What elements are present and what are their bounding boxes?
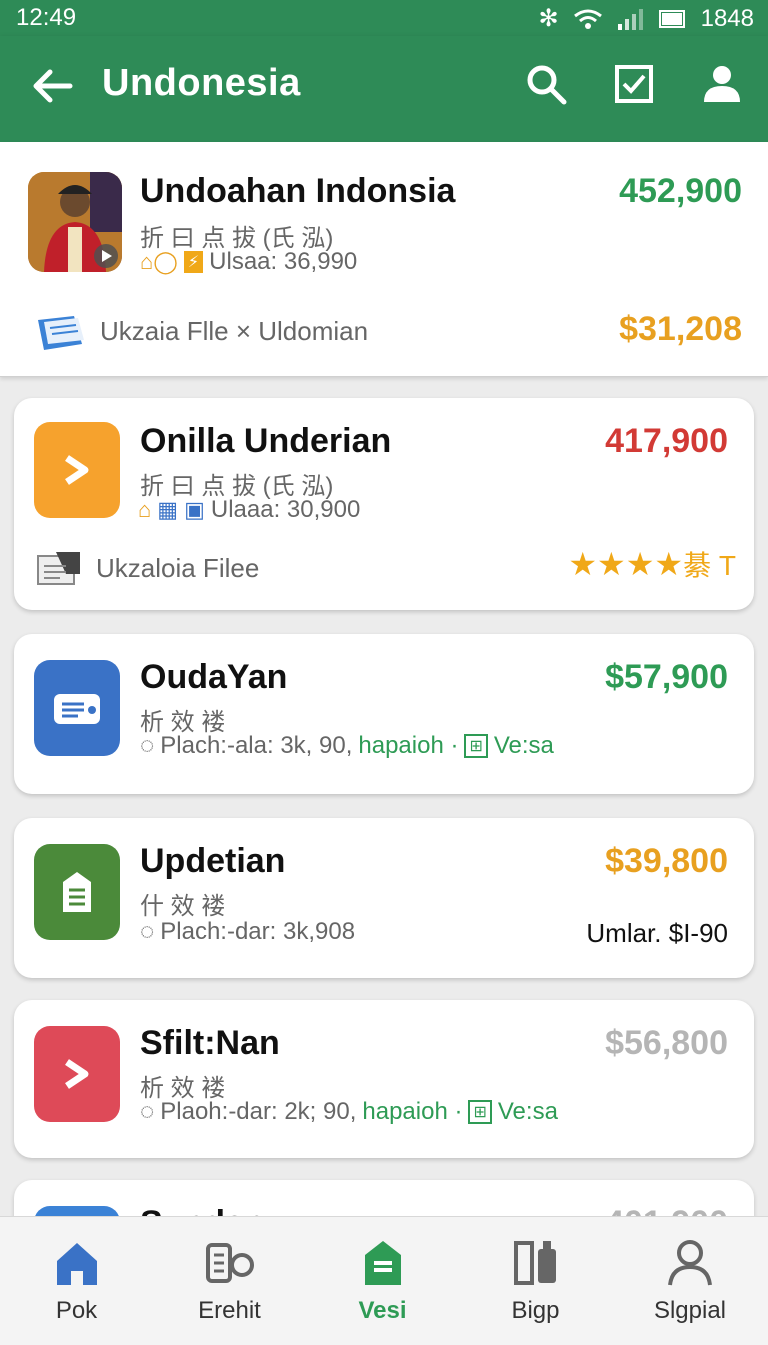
app-icon xyxy=(34,660,120,756)
bottom-navigation: Pok Erehit Vesi Bigp Slgpial xyxy=(0,1216,768,1345)
item-title: Undoahan Indonsia xyxy=(140,172,456,210)
list-item[interactable]: OudaYan 析 效 褛 ◌ Plach:-ala: 3k, 90, hapa… xyxy=(14,634,754,794)
tag-value: Ve:sa xyxy=(493,732,554,759)
loading-icon: ◌ xyxy=(140,918,155,945)
item-meta-text: Plach:-dar: 3k,908 xyxy=(160,918,356,945)
status-time: 12:49 xyxy=(16,4,77,31)
list-item[interactable]: Sfilt:Nan 析 效 褛 ◌ Plaoh:-dar: 2k; 90, ha… xyxy=(14,1000,754,1158)
app-icon xyxy=(34,844,120,940)
nav-item-pok[interactable]: Pok xyxy=(0,1217,153,1345)
battery-text: 1848 xyxy=(700,4,754,32)
item-title: Updetian xyxy=(140,842,286,880)
page-title: Undonesia xyxy=(102,62,301,104)
nav-label: Slgpial xyxy=(653,1297,727,1324)
item-price: 417,900 xyxy=(605,422,728,460)
item-price: $57,900 xyxy=(605,658,728,696)
checkbox-icon[interactable] xyxy=(612,62,656,106)
item-meta: ⌂ ▦ ▣ Ulaaa: 30,900 xyxy=(138,496,360,524)
tag-box-icon: ⊞ xyxy=(464,734,488,758)
item-meta: ◌ Plach:-dar: 3k,908 xyxy=(140,918,355,946)
nav-item-bigp[interactable]: Bigp xyxy=(459,1217,612,1345)
nav-item-vesi[interactable]: Vesi xyxy=(306,1217,459,1345)
featured-item[interactable]: Undoahan Indonsia 折 曰 点 拔 (氏 泓) ⌂◯ ⚡ Uls… xyxy=(0,142,768,377)
item-title: Onilla Underian xyxy=(140,422,392,460)
document-icon xyxy=(364,1241,401,1285)
file-price: $31,208 xyxy=(619,310,742,348)
nav-label: Erehit xyxy=(198,1297,261,1324)
item-price: $39,800 xyxy=(605,842,728,880)
item-meta-text: Ulaaa: 30,900 xyxy=(210,496,361,523)
app-icon xyxy=(34,1026,120,1122)
nav-label: Bigp xyxy=(511,1297,560,1324)
profile-icon[interactable] xyxy=(700,62,744,106)
list-item[interactable]: Updetian 什 效 褛 ◌ Plach:-dar: 3k,908 $39,… xyxy=(14,818,754,978)
item-meta-text: Plaoh:-dar: 2k; 90, xyxy=(160,1098,357,1125)
item-subtitle: 什 效 褛 xyxy=(140,893,226,920)
nav-label: Vesi xyxy=(358,1297,407,1324)
star-icon: ★★★★ xyxy=(568,546,684,582)
app-icon xyxy=(34,422,120,518)
wifi-icon xyxy=(573,9,602,29)
bluetooth-icon: ✻ xyxy=(538,5,559,32)
item-extra: Umlar. $I-90 xyxy=(586,918,728,948)
list-icon xyxy=(205,1243,254,1283)
badge-icon: ⌂ xyxy=(138,497,152,522)
calendar-icon: ▦ xyxy=(157,497,179,522)
nav-item-slgpial[interactable]: Slgpial xyxy=(612,1217,768,1345)
item-meta: ◌ Plach:-ala: 3k, 90, hapaioh · ⊞ Ve:sa xyxy=(140,732,554,760)
item-meta: ◌ Plaoh:-dar: 2k; 90, hapaioh · ⊞ Ve:sa xyxy=(140,1098,558,1126)
badge-icon: ⌂◯ xyxy=(140,249,178,274)
loading-icon: ◌ xyxy=(140,1098,155,1125)
search-icon[interactable] xyxy=(524,62,568,106)
tag-icon: ⚡ xyxy=(183,251,204,273)
item-meta-text: Plach:-ala: 3k, 90, xyxy=(160,732,353,759)
item-price: $56,800 xyxy=(605,1024,728,1062)
item-meta-text: Ulsaa: 36,990 xyxy=(209,248,358,275)
tag-box-icon: ⊞ xyxy=(468,1100,492,1124)
rating-suffix: 綦 T xyxy=(683,550,736,581)
back-arrow-icon[interactable] xyxy=(28,62,76,110)
file-label: Ukzaia Flle × Uldomian xyxy=(100,315,369,346)
loading-icon: ◌ xyxy=(140,732,155,759)
item-meta: ⌂◯ ⚡ Ulsaa: 36,990 xyxy=(140,248,357,276)
item-title: OudaYan xyxy=(140,658,288,696)
person-icon xyxy=(668,1240,712,1286)
tag-value: Ve:sa xyxy=(497,1098,558,1125)
file-label: Ukzaloia Filee xyxy=(96,552,260,583)
tag-label: hapaioh · xyxy=(358,732,459,759)
app-bar: Undonesia xyxy=(0,36,768,142)
chart-icon: ▣ xyxy=(184,497,205,522)
item-price: 452,900 xyxy=(619,172,742,210)
battery-icon xyxy=(658,9,685,28)
item-title: Sfilt:Nan xyxy=(140,1024,280,1062)
file-icon xyxy=(38,316,84,350)
featured-thumbnail xyxy=(28,172,122,272)
file-icon xyxy=(37,552,80,585)
rating: ★★★★ 綦 T xyxy=(568,544,736,584)
nav-item-erehit[interactable]: Erehit xyxy=(153,1217,306,1345)
file-row[interactable]: Ukzaia Flle × Uldomian xyxy=(34,310,368,352)
home-icon xyxy=(56,1243,97,1285)
list-item[interactable]: Onilla Underian 折 曰 点 拔 (氏 泓) ⌂ ▦ ▣ Ulaa… xyxy=(14,398,754,610)
status-bar: 12:49 ✻ 1848 xyxy=(0,0,768,36)
tag-label: hapaioh · xyxy=(362,1098,463,1125)
signal-icon xyxy=(617,8,643,30)
nav-label: Pok xyxy=(55,1297,98,1324)
columns-icon xyxy=(513,1241,556,1285)
file-row[interactable]: Ukzaloia Filee xyxy=(36,548,259,588)
